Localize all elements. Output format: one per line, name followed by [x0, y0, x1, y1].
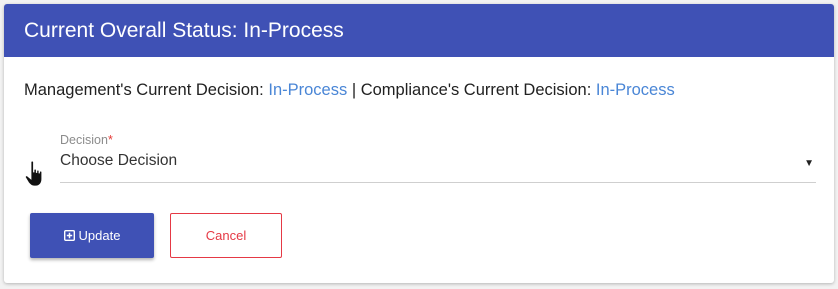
decision-select[interactable]: Choose Decision ▼: [60, 152, 816, 183]
compliance-decision-value: In-Process: [595, 81, 675, 99]
cancel-button-label: Cancel: [205, 228, 247, 243]
update-button[interactable]: Update: [30, 213, 154, 258]
page-title: Current Overall Status: In-Process: [24, 18, 344, 42]
plus-square-icon: [63, 230, 75, 241]
update-button-label: Update: [78, 228, 121, 243]
cancel-button[interactable]: Cancel: [170, 213, 282, 258]
decision-label: Decision*: [60, 133, 113, 147]
management-decision-label: Management's Current Decision:: [24, 81, 264, 99]
management-decision-value: In-Process: [268, 81, 348, 99]
decision-status-line: Management's Current Decision: In-Proces…: [24, 81, 675, 100]
required-mark: *: [107, 133, 113, 147]
hand-pointer-icon: [24, 160, 43, 187]
decision-field: Decision* Choose Decision ▼: [60, 133, 816, 183]
decision-selected-value: Choose Decision: [60, 152, 178, 169]
card-header: Current Overall Status: In-Process: [4, 4, 834, 57]
compliance-decision-label: Compliance's Current Decision:: [360, 81, 592, 99]
status-separator: |: [351, 81, 357, 99]
decision-card: Current Overall Status: In-Process Manag…: [4, 4, 834, 283]
caret-down-icon: ▼: [804, 158, 814, 169]
